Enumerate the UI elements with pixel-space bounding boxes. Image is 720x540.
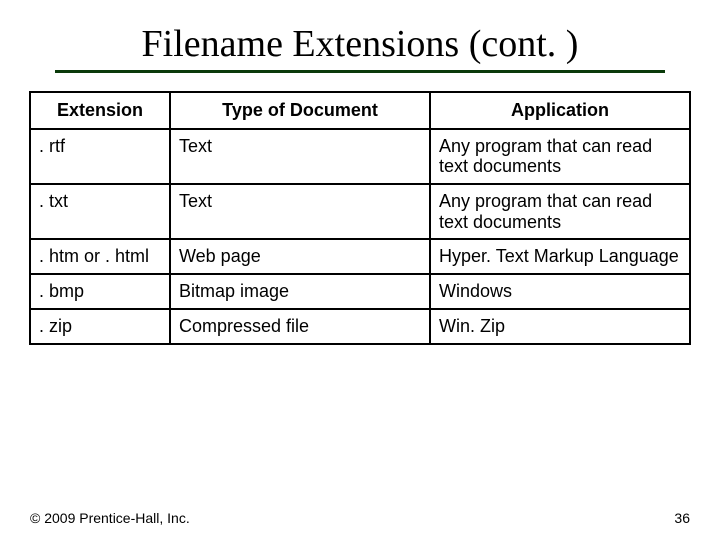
cell-application: Any program that can read text documents	[430, 129, 690, 184]
cell-extension: . htm or . html	[30, 239, 170, 274]
page-title: Filename Extensions (cont. )	[0, 0, 720, 70]
table-row: . htm or . html Web page Hyper. Text Mar…	[30, 239, 690, 274]
header-extension: Extension	[30, 92, 170, 129]
header-type: Type of Document	[170, 92, 430, 129]
cell-extension: . txt	[30, 184, 170, 239]
table-header-row: Extension Type of Document Application	[30, 92, 690, 129]
page-number: 36	[674, 510, 690, 526]
cell-type: Text	[170, 184, 430, 239]
slide: Filename Extensions (cont. ) Extension T…	[0, 0, 720, 540]
table-row: . bmp Bitmap image Windows	[30, 274, 690, 309]
copyright-footer: © 2009 Prentice-Hall, Inc.	[30, 510, 190, 526]
cell-type: Compressed file	[170, 309, 430, 344]
cell-application: Windows	[430, 274, 690, 309]
cell-extension: . rtf	[30, 129, 170, 184]
title-underline	[55, 70, 665, 73]
cell-type: Web page	[170, 239, 430, 274]
cell-type: Bitmap image	[170, 274, 430, 309]
cell-extension: . bmp	[30, 274, 170, 309]
cell-application: Any program that can read text documents	[430, 184, 690, 239]
cell-extension: . zip	[30, 309, 170, 344]
cell-application: Hyper. Text Markup Language	[430, 239, 690, 274]
cell-application: Win. Zip	[430, 309, 690, 344]
cell-type: Text	[170, 129, 430, 184]
header-application: Application	[430, 92, 690, 129]
table-row: . rtf Text Any program that can read tex…	[30, 129, 690, 184]
table-row: . txt Text Any program that can read tex…	[30, 184, 690, 239]
table-row: . zip Compressed file Win. Zip	[30, 309, 690, 344]
extensions-table: Extension Type of Document Application .…	[29, 91, 691, 345]
